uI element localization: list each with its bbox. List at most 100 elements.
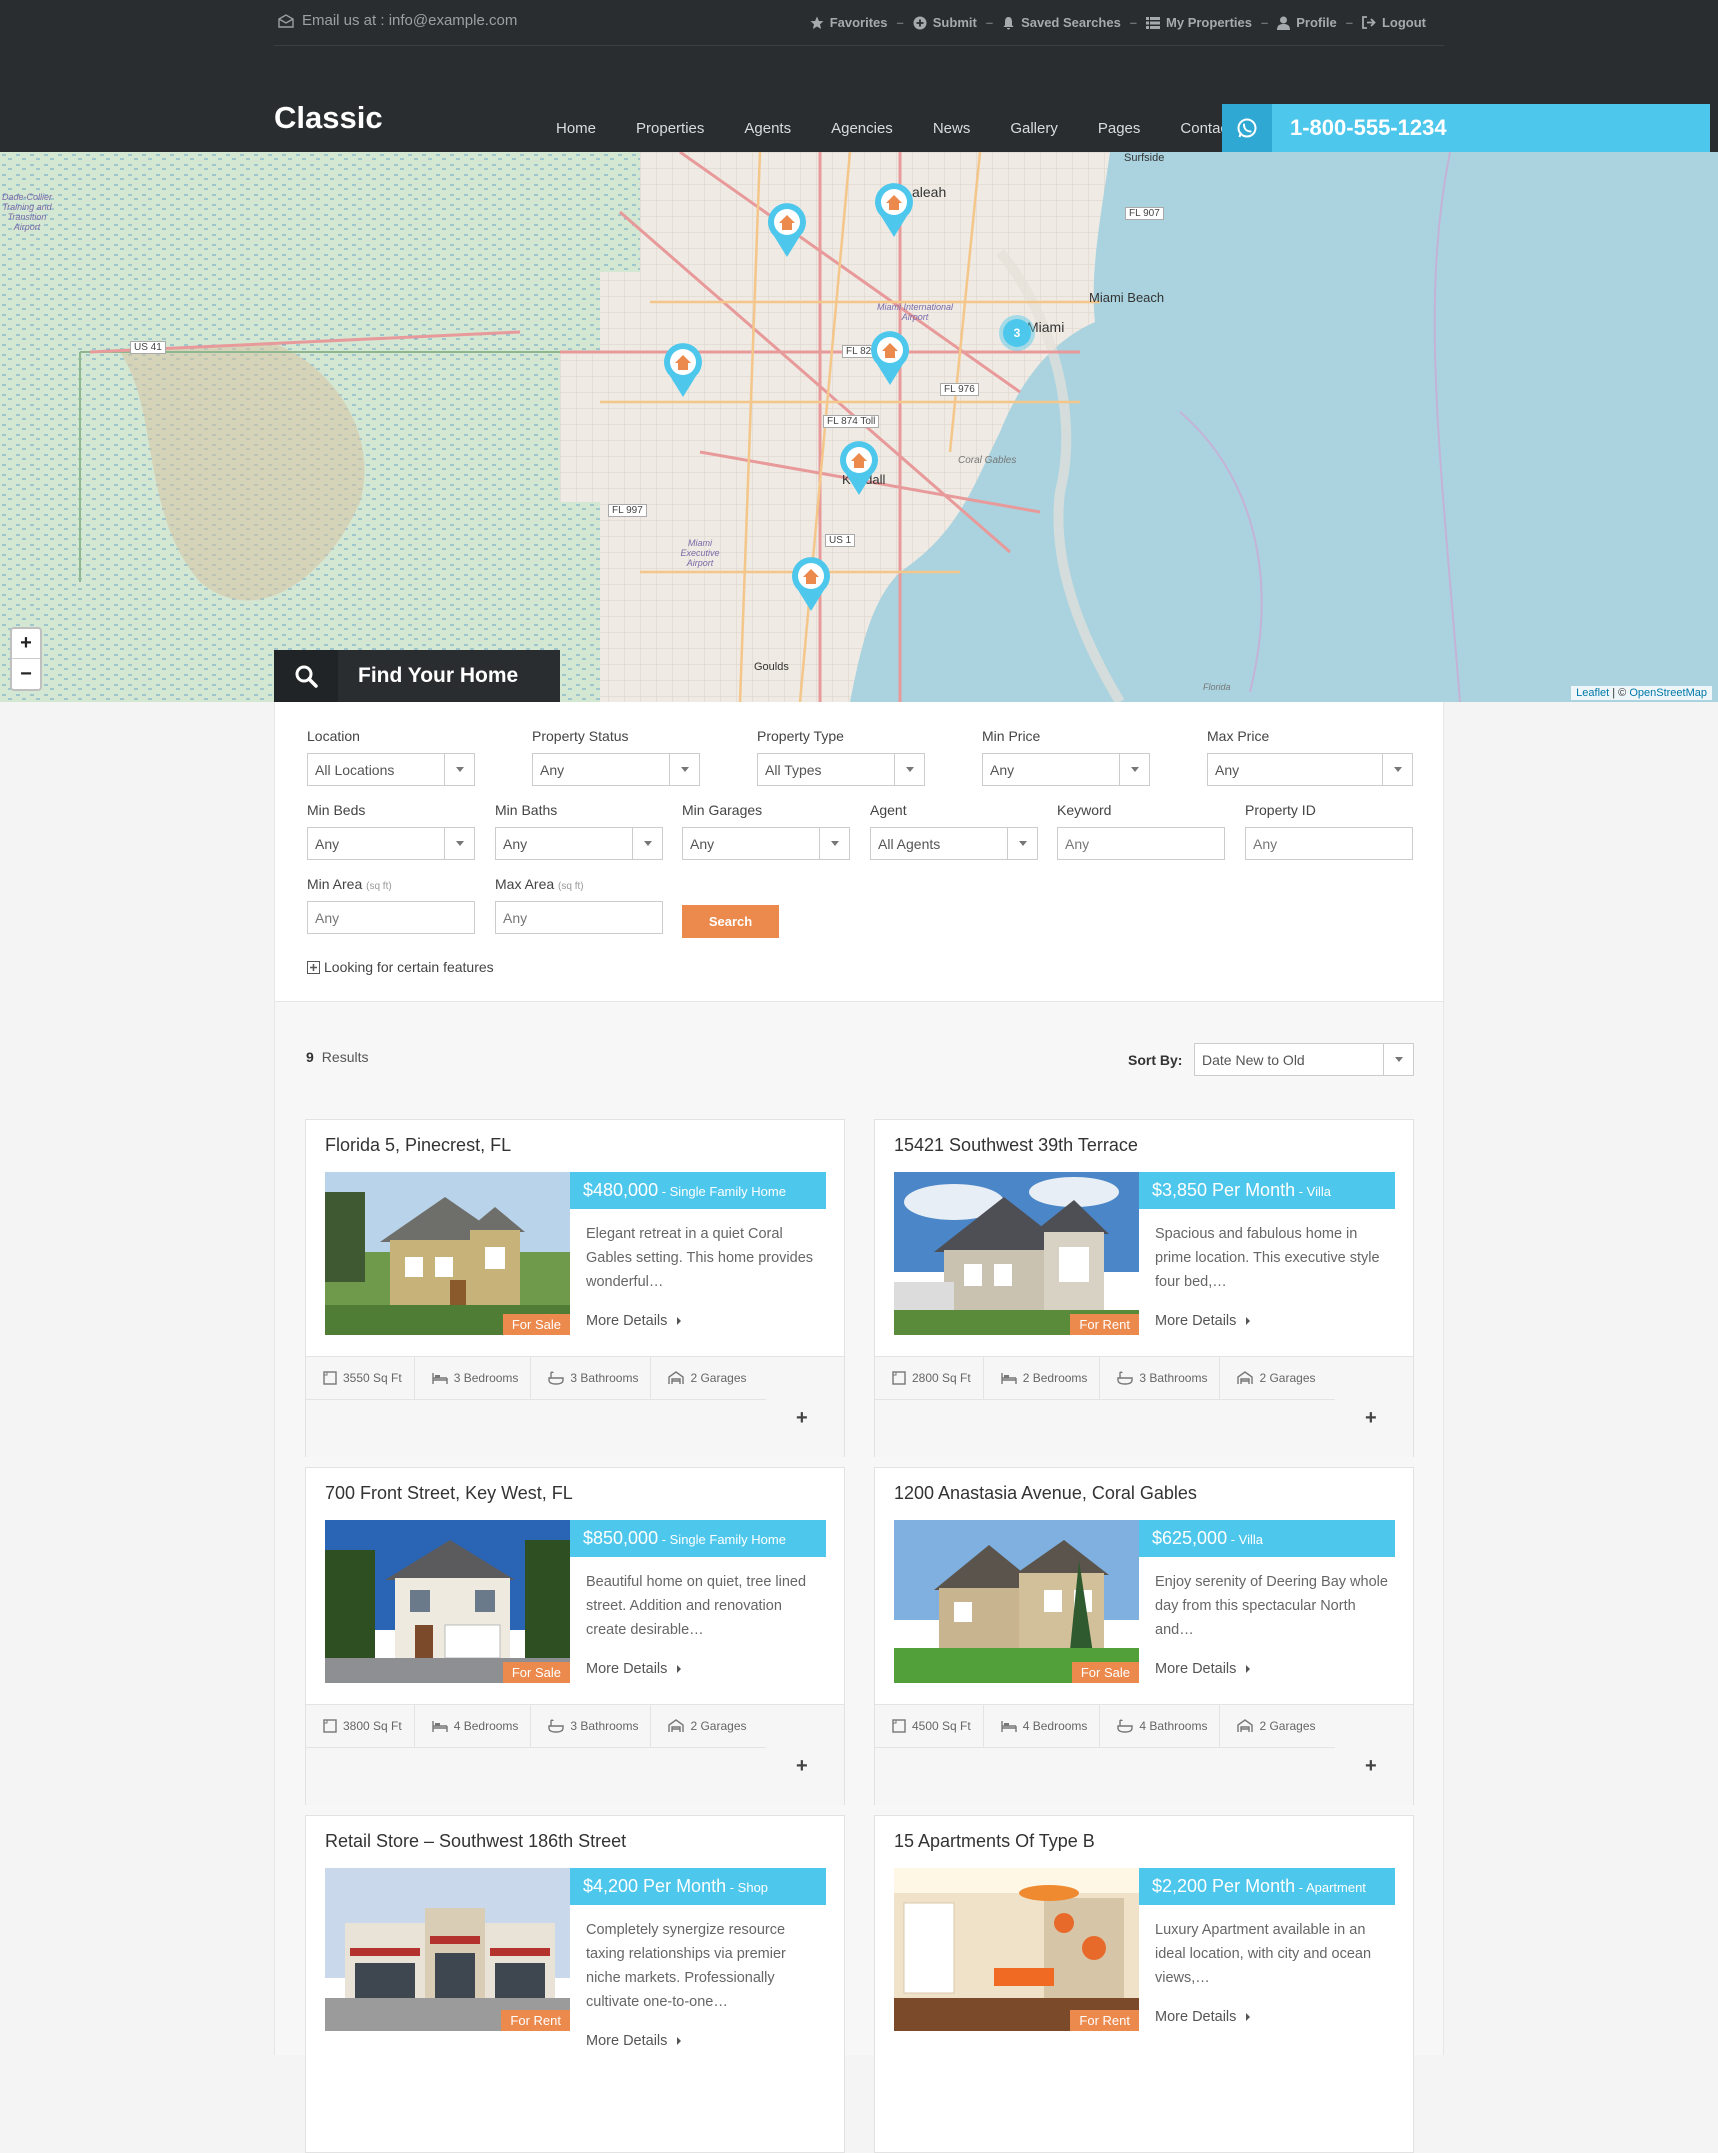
min-beds-select[interactable]: Any [307, 827, 475, 860]
envelope-icon [278, 13, 294, 28]
house-pin-icon [664, 343, 702, 397]
more-details-link[interactable]: More Details [1155, 1313, 1250, 1329]
nav-news[interactable]: News [933, 120, 971, 137]
results-label: Results [321, 1049, 369, 1065]
agent-select[interactable]: All Agents [870, 827, 1038, 860]
feature-baths-text: 3 Bathrooms [570, 1719, 639, 1733]
more-details-link[interactable]: More Details [1155, 1661, 1250, 1677]
property-card[interactable]: 15421 Southwest 39th Terrace For Rent $3… [874, 1119, 1414, 1457]
menu-saved-searches[interactable]: Saved Searches [1002, 15, 1121, 30]
more-details-link[interactable]: More Details [586, 1313, 681, 1329]
property-status-select[interactable]: Any [532, 753, 700, 786]
menu-my-properties[interactable]: My Properties [1146, 15, 1252, 30]
property-type: - Villa [1227, 1532, 1263, 1547]
property-id-label: Property ID [1245, 802, 1316, 818]
min-price-select[interactable]: Any [982, 753, 1150, 786]
nav-gallery[interactable]: Gallery [1010, 120, 1058, 137]
phone-banner[interactable]: 1-800-555-1234 [1222, 104, 1710, 152]
nav-home[interactable]: Home [556, 120, 596, 137]
location-field: Location All Locations [307, 728, 475, 786]
leaflet-link[interactable]: Leaflet [1576, 687, 1609, 699]
min-price-field: Min Price Any [982, 728, 1150, 786]
property-map[interactable]: Surfside Miami Beach Miami aleah FL 907 … [0, 152, 1718, 702]
property-title[interactable]: 15 Apartments Of Type B [894, 1831, 1095, 1852]
features-toggle[interactable]: Looking for certain features [307, 959, 494, 975]
property-photo[interactable]: For Sale [325, 1520, 570, 1683]
property-card[interactable]: Retail Store – Southwest 186th Street Fo… [305, 1815, 845, 2153]
location-select[interactable]: All Locations [307, 753, 475, 786]
zoom-out-button[interactable]: − [12, 659, 40, 689]
nav-agencies[interactable]: Agencies [831, 120, 893, 137]
status-badge: For Sale [502, 1662, 570, 1683]
zoom-in-button[interactable]: + [12, 629, 40, 659]
osm-link[interactable]: OpenStreetMap [1629, 687, 1707, 699]
property-title[interactable]: 15421 Southwest 39th Terrace [894, 1135, 1138, 1156]
feature-area: 4500 Sq Ft [875, 1705, 984, 1747]
expand-icon[interactable]: + [1365, 1755, 1377, 1778]
menu-separator: – [1261, 15, 1269, 30]
feature-area-text: 3550 Sq Ft [343, 1371, 402, 1385]
nav-pages[interactable]: Pages [1098, 120, 1141, 137]
property-card[interactable]: Florida 5, Pinecrest, FL For Sale $480,0… [305, 1119, 845, 1457]
property-card[interactable]: 1200 Anastasia Avenue, Coral Gables For … [874, 1467, 1414, 1805]
search-button[interactable]: Search [682, 905, 779, 938]
property-photo[interactable]: For Rent [894, 1172, 1139, 1335]
property-type-select[interactable]: All Types [757, 753, 925, 786]
property-type-field: Property Type All Types [757, 728, 925, 786]
menu-submit[interactable]: Submit [913, 15, 977, 30]
menu-profile[interactable]: Profile [1277, 15, 1337, 30]
price: $625,000 [1152, 1528, 1228, 1548]
card-footer: 3800 Sq Ft 4 Bedrooms 3 Bathrooms 2 Gara… [306, 1704, 844, 1805]
feature-beds-text: 3 Bedrooms [453, 1371, 519, 1385]
nav-agents[interactable]: Agents [744, 120, 791, 137]
menu-logout[interactable]: Logout [1362, 15, 1426, 30]
min-area-unit: (sq ft) [366, 881, 392, 892]
site-logo[interactable]: Classic [274, 100, 383, 136]
property-title[interactable]: Retail Store – Southwest 186th Street [325, 1831, 626, 1852]
sort-select[interactable]: Date New to Old [1194, 1043, 1414, 1076]
chevron-down-icon [669, 754, 699, 785]
contact-email[interactable]: Email us at : info@example.com [278, 12, 517, 29]
min-price-value: Any [990, 762, 1015, 778]
bed-icon [432, 1372, 448, 1384]
property-card[interactable]: 700 Front Street, Key West, FL For Sale … [305, 1467, 845, 1805]
min-area-input[interactable]: Any [307, 901, 475, 934]
property-photo[interactable]: For Sale [325, 1172, 570, 1335]
feature-beds: 4 Bedrooms [984, 1705, 1101, 1747]
map-label: FL 874 Toll [823, 415, 880, 428]
property-id-input[interactable]: Any [1245, 827, 1413, 860]
garage-icon [1237, 1719, 1254, 1732]
property-type: - Single Family Home [658, 1532, 786, 1547]
property-photo[interactable]: For Rent [325, 1868, 570, 2031]
expand-icon[interactable]: + [1365, 1407, 1377, 1430]
property-title[interactable]: 700 Front Street, Key West, FL [325, 1483, 573, 1504]
max-price-select[interactable]: Any [1207, 753, 1413, 786]
max-area-input[interactable]: Any [495, 901, 663, 934]
garage-icon [1237, 1371, 1254, 1384]
feature-baths-text: 3 Bathrooms [1139, 1371, 1208, 1385]
more-details-link[interactable]: More Details [586, 2033, 681, 2049]
search-form: Location All Locations Property Status A… [274, 702, 1444, 1002]
menu-logout-label: Logout [1381, 15, 1426, 30]
map-label: US 1 [825, 534, 856, 547]
keyword-input[interactable]: Any [1057, 827, 1225, 860]
menu-favorites[interactable]: Favorites [810, 15, 888, 30]
property-type: - Villa [1295, 1184, 1331, 1199]
more-details-link[interactable]: More Details [1155, 2009, 1250, 2025]
marker-cluster[interactable]: 3 [999, 315, 1035, 351]
property-title[interactable]: 1200 Anastasia Avenue, Coral Gables [894, 1483, 1197, 1504]
more-details-link[interactable]: More Details [586, 1661, 681, 1677]
phone-number: 1-800-555-1234 [1290, 115, 1447, 140]
expand-icon[interactable]: + [796, 1407, 808, 1430]
property-photo[interactable]: For Sale [894, 1520, 1139, 1683]
property-status-value: Any [540, 762, 565, 778]
property-title[interactable]: Florida 5, Pinecrest, FL [325, 1135, 511, 1156]
expand-icon[interactable]: + [796, 1755, 808, 1778]
min-garages-select[interactable]: Any [682, 827, 850, 860]
map-label: Florida [1203, 682, 1231, 692]
min-baths-select[interactable]: Any [495, 827, 663, 860]
property-photo[interactable]: For Rent [894, 1868, 1139, 2031]
nav-properties[interactable]: Properties [636, 120, 704, 137]
max-price-label: Max Price [1207, 728, 1270, 744]
property-card[interactable]: 15 Apartments Of Type B For Rent $2,200 … [874, 1815, 1414, 2153]
